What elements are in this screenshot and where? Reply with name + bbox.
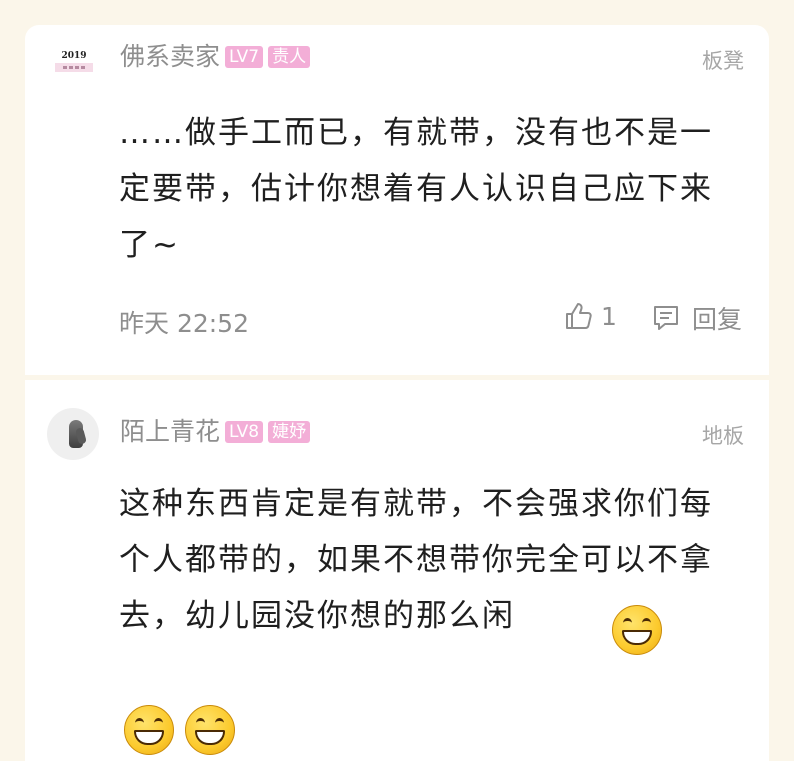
like-count: 1: [601, 301, 617, 331]
avatar[interactable]: [47, 408, 99, 460]
level-badge: LV8: [225, 421, 264, 443]
title-badge: 婕妤: [268, 421, 311, 443]
comment-time: 昨天 22:52: [119, 309, 249, 338]
reply-button[interactable]: 回复: [650, 300, 742, 336]
comment-card: 陌上青花 LV8 婕妤 地板 这种东西肯定是有就带，不会强求你们每个人都带的，如…: [25, 380, 769, 761]
avatar[interactable]: 2019: [50, 37, 98, 85]
username[interactable]: 佛系卖家: [120, 42, 220, 72]
user-info: 陌上青花 LV8 婕妤: [120, 417, 311, 447]
floor-label: 板凳: [702, 49, 744, 73]
floor-label: 地板: [702, 424, 744, 448]
avatar-banner: [55, 62, 93, 72]
comment-icon: [650, 302, 682, 334]
grinning-face-emoji: [612, 605, 662, 655]
avatar-year-text: 2019: [61, 50, 87, 61]
grinning-face-emoji: [185, 705, 235, 755]
like-button[interactable]: 1: [563, 300, 617, 332]
comment-text: ……做手工而已，有就带，没有也不是一定要带，估计你想着有人认识自己应下来了~: [119, 115, 713, 263]
reply-label: 回复: [692, 305, 743, 334]
thumbs-up-icon: [563, 300, 595, 332]
level-badge: LV7: [225, 46, 264, 68]
comment-card: 2019 佛系卖家 LV7 责人 板凳 ……做手工而已，有就带，没有也不是一定要…: [25, 25, 769, 375]
username[interactable]: 陌上青花: [120, 417, 220, 447]
user-info: 佛系卖家 LV7 责人: [120, 42, 311, 72]
title-badge: 责人: [268, 46, 311, 68]
grinning-face-emoji: [124, 705, 174, 755]
